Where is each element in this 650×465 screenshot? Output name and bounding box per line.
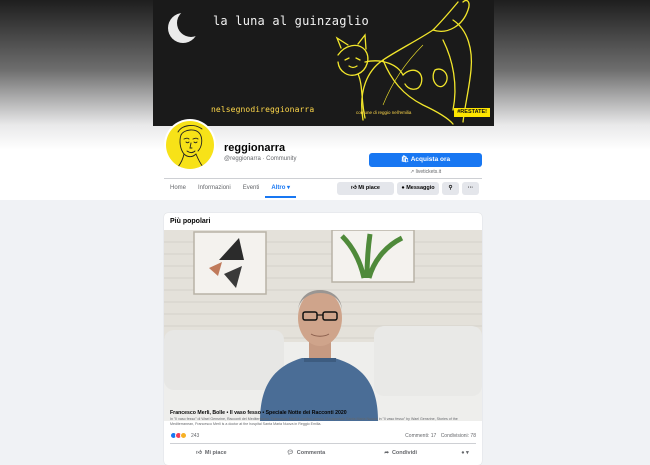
search-button[interactable]: ⚲	[442, 182, 459, 195]
link-icon: ↗	[410, 169, 415, 175]
share-label: Condividi	[391, 450, 418, 456]
page-nav: Home Informazioni Eventi Altro ▾	[164, 180, 297, 198]
message-button[interactable]: ● Messaggio	[397, 182, 439, 195]
comment-icon: 💬︎	[286, 450, 294, 456]
post-actions: 👍︎ Mi piace 💬︎ Commenta ➦ Condividi ● ▾	[164, 445, 482, 461]
wow-reaction-icon	[180, 432, 187, 439]
shopping-bag-icon: 🛍︎	[400, 156, 410, 163]
more-icon: ···	[467, 185, 474, 191]
reaction-count: 243	[191, 432, 200, 439]
page-name: reggionarra	[224, 142, 286, 154]
section-title: Più popolari	[170, 218, 211, 225]
post-stats: Commenti: 17 Condivisioni: 78	[405, 433, 476, 439]
message-label: Messaggio	[406, 185, 435, 191]
external-link-label: livetickets.it	[415, 169, 442, 175]
buy-now-label: Acquista ora	[410, 156, 451, 163]
nav-actions: 👍︎ Mi piace ● Messaggio ⚲ ···	[337, 182, 479, 195]
share-icon: ➦	[384, 450, 389, 456]
comment-button[interactable]: 💬︎ Commenta	[259, 445, 354, 461]
like-page-button[interactable]: 👍︎ Mi piace	[337, 182, 394, 195]
profile-drawing	[177, 125, 204, 168]
external-link[interactable]: ↗ livetickets.it	[410, 169, 441, 175]
globe-icon: ● ▾	[461, 450, 469, 456]
cover-badge: #RESTATE!	[454, 108, 490, 117]
like-label: Mi piace	[204, 450, 227, 456]
profile-picture[interactable]	[164, 119, 216, 171]
page-handle: @reggionarra · Community	[224, 156, 296, 162]
cover-sponsor-text: comune di reggio nell'emilia	[356, 110, 412, 115]
nav-divider	[164, 178, 482, 179]
like-page-label: Mi piace	[358, 185, 380, 191]
page-category: Community	[266, 156, 297, 162]
tab-home[interactable]: Home	[164, 180, 192, 198]
search-icon: ⚲	[448, 185, 453, 191]
popular-posts-card: Più popolari Francesco Merli, Bolle • Il…	[164, 213, 482, 465]
cover-title: la luna al guinzaglio	[213, 14, 369, 28]
thumbs-up-icon: 👍︎	[351, 185, 357, 191]
page-handle-text: @reggionarra	[224, 156, 261, 162]
share-button[interactable]: ➦ Condividi	[353, 445, 448, 461]
more-button[interactable]: ···	[462, 182, 479, 195]
thumbs-up-icon: 👍︎	[196, 450, 202, 456]
video-frame	[164, 230, 482, 421]
cover-event-text: nelsegnodireggionarra	[211, 105, 315, 114]
messenger-icon: ●	[401, 185, 405, 191]
tab-altro[interactable]: Altro ▾	[265, 180, 297, 198]
cover-photo[interactable]: la luna al guinzaglio nelsegnodireggiona…	[153, 0, 494, 126]
like-button[interactable]: 👍︎ Mi piace	[164, 445, 259, 461]
reactions-summary[interactable]: 243	[170, 432, 199, 439]
video-player[interactable]	[164, 230, 482, 421]
tab-eventi[interactable]: Eventi	[237, 180, 266, 198]
tab-informazioni[interactable]: Informazioni	[192, 180, 237, 198]
comment-label: Commenta	[296, 450, 326, 456]
audience-selector[interactable]: ● ▾	[448, 445, 482, 461]
buy-now-button[interactable]: 🛍︎ Acquista ora	[369, 153, 482, 167]
shares-count[interactable]: Condivisioni: 78	[441, 433, 476, 439]
video-description: In "Il vaso fesso" di Wael Gensrine, Rac…	[170, 417, 458, 426]
comments-count[interactable]: Commenti: 17	[405, 433, 436, 439]
video-caption[interactable]: Francesco Merli, Bolle • Il vaso fesso •…	[170, 410, 347, 416]
card-divider	[170, 443, 476, 444]
